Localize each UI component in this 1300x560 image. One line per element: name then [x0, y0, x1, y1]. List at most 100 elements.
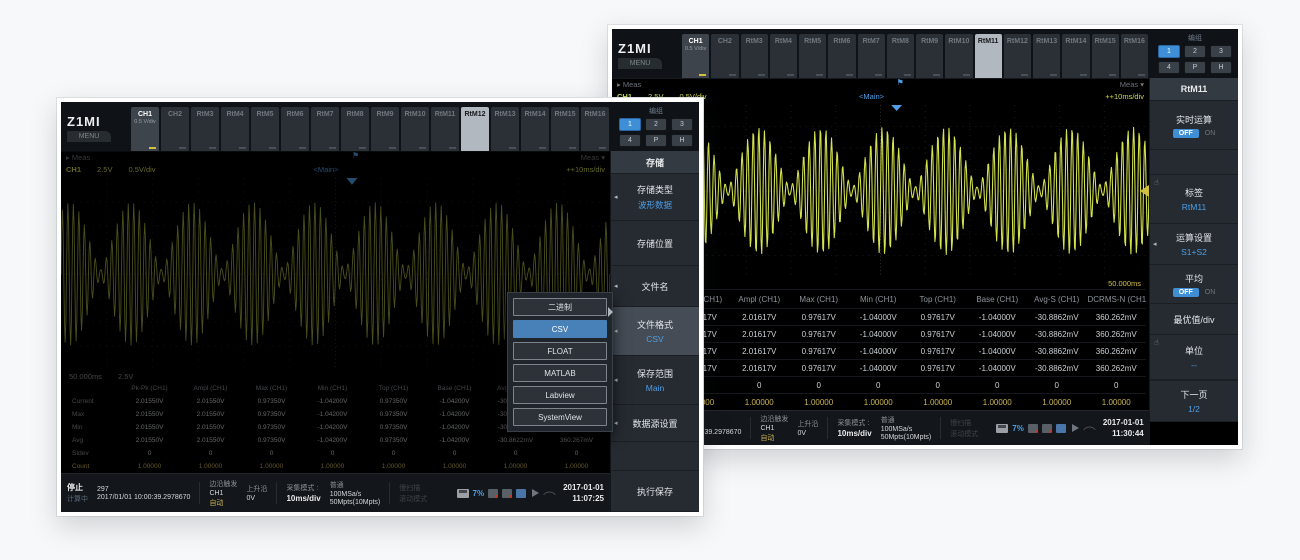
- tab-rtm13[interactable]: RtM13: [491, 107, 519, 151]
- tab-rtm11[interactable]: RtM11: [431, 107, 459, 151]
- group-button-4[interactable]: 4: [619, 134, 641, 147]
- on-off-toggle[interactable]: OFF ON: [1173, 129, 1216, 138]
- tab-rtm8[interactable]: RtM8: [887, 34, 914, 78]
- brand-logo: Z1MI: [67, 114, 129, 129]
- table-cell: -30.8862mV: [1027, 326, 1087, 343]
- tab-ch2[interactable]: CH2: [711, 34, 738, 78]
- toggle-off-option[interactable]: OFF: [1173, 288, 1199, 297]
- menu-item-3[interactable]: ◂运算设置S1+S2: [1150, 224, 1238, 265]
- meas-indicator-right[interactable]: Meas ▾: [1120, 80, 1144, 89]
- menu-item-2[interactable]: 存储位置: [611, 221, 699, 266]
- menu-item-5[interactable]: 最优值/div: [1150, 304, 1238, 335]
- popup-item-matlab[interactable]: MATLAB: [513, 364, 607, 382]
- tab-rtm14[interactable]: RtM14: [1062, 34, 1089, 78]
- group-button-h[interactable]: H: [1210, 61, 1232, 74]
- tab-rtm3[interactable]: RtM3: [741, 34, 768, 78]
- menu-item-2[interactable]: ☝标签RtM11: [1150, 175, 1238, 224]
- menu-item-6[interactable]: ◂数据源设置: [611, 405, 699, 442]
- tab-rtm7[interactable]: RtM7: [858, 34, 885, 78]
- trigger-source: CH1: [760, 425, 788, 432]
- tab-rtm13[interactable]: RtM13: [1033, 34, 1060, 78]
- tab-rtm16[interactable]: RtM16: [581, 107, 609, 151]
- tab-rtm12[interactable]: RtM12: [1004, 34, 1031, 78]
- popup-item-systemview[interactable]: SystemView: [513, 408, 607, 426]
- toggle-off-option[interactable]: OFF: [1173, 129, 1199, 138]
- meas-indicator-right[interactable]: Meas ▾: [581, 153, 605, 162]
- menu-item-1[interactable]: ◂存储类型波形数据: [611, 174, 699, 221]
- popup-item-csv[interactable]: CSV: [513, 320, 607, 338]
- group-button-p[interactable]: P: [1184, 61, 1206, 74]
- submenu-arrow-icon: ◂: [1153, 240, 1157, 248]
- popup-item-二进制[interactable]: 二进制: [513, 298, 607, 316]
- channel-off-indicator: [299, 147, 306, 149]
- tab-rtm15[interactable]: RtM15: [1092, 34, 1119, 78]
- tab-rtm9[interactable]: RtM9: [371, 107, 399, 151]
- tab-rtm6[interactable]: RtM6: [281, 107, 309, 151]
- group-button-4[interactable]: 4: [1158, 61, 1180, 74]
- menu-item-5[interactable]: ◂保存范围Main: [611, 356, 699, 405]
- tab-rtm5[interactable]: RtM5: [251, 107, 279, 151]
- group-button-h[interactable]: H: [671, 134, 693, 147]
- menu-item-label: 实时运算: [1176, 113, 1212, 126]
- tab-label: RtM12: [464, 111, 485, 118]
- toggle-on-option[interactable]: ON: [1205, 130, 1216, 137]
- channel-off-indicator: [209, 147, 216, 149]
- group-button-1[interactable]: 1: [619, 118, 641, 131]
- menu-item-4[interactable]: ◂文件格式CSV: [611, 307, 699, 356]
- on-off-toggle[interactable]: OFF ON: [1173, 288, 1216, 297]
- table-cell: 0.97350V: [363, 408, 424, 421]
- group-button-1[interactable]: 1: [1158, 45, 1180, 58]
- menu-button[interactable]: MENU: [67, 131, 111, 142]
- region-volt-readout: 2.5V: [118, 372, 133, 381]
- menu-item-6[interactable]: ☝单位--: [1150, 335, 1238, 380]
- tab-ch1[interactable]: CH10.5 V/div: [131, 107, 159, 151]
- tab-label: RtM4: [775, 38, 792, 45]
- popup-item-float[interactable]: FLOAT: [513, 342, 607, 360]
- tab-rtm4[interactable]: RtM4: [770, 34, 797, 78]
- menu-item-1[interactable]: 实时运算 OFF ON: [1150, 101, 1238, 150]
- top-tab-bar: Z1MI MENU CH10.5 V/divCH2RtM3RtM4RtM5RtM…: [612, 29, 1238, 78]
- memory-depth: 50Mpts(10Mpts): [330, 499, 381, 506]
- menu-item-4[interactable]: 平均OFFON: [1150, 265, 1238, 304]
- tab-rtm14[interactable]: RtM14: [521, 107, 549, 151]
- execute-save-button[interactable]: 执行保存: [611, 471, 699, 512]
- group-button-2[interactable]: 2: [1184, 45, 1206, 58]
- cursor-icon: [530, 489, 540, 498]
- toggle-on-option[interactable]: ON: [1205, 289, 1216, 296]
- tab-rtm4[interactable]: RtM4: [221, 107, 249, 151]
- tab-ch1[interactable]: CH10.5 V/div: [682, 34, 709, 78]
- table-cell: 0: [968, 377, 1028, 394]
- record-icon: [1042, 424, 1052, 433]
- menu-button[interactable]: MENU: [618, 58, 662, 69]
- channel-off-indicator: [539, 147, 546, 149]
- menu-item-7[interactable]: 下一页1/2: [1150, 381, 1238, 422]
- table-row-label: Stdev: [64, 447, 119, 460]
- group-button-3[interactable]: 3: [1210, 45, 1232, 58]
- popup-item-labview[interactable]: Labview: [513, 386, 607, 404]
- status-icons: 7%: [996, 424, 1094, 433]
- tab-ch2[interactable]: CH2: [161, 107, 189, 151]
- tab-rtm10[interactable]: RtM10: [945, 34, 972, 78]
- menu-action-label: 执行保存: [637, 485, 673, 498]
- camera-icon: [1028, 424, 1038, 433]
- group-button-3[interactable]: 3: [671, 118, 693, 131]
- tab-rtm11[interactable]: RtM11: [975, 34, 1002, 78]
- tab-rtm5[interactable]: RtM5: [799, 34, 826, 78]
- tab-rtm16[interactable]: RtM16: [1121, 34, 1148, 78]
- group-label: 编组: [649, 106, 663, 116]
- table-cell: -30.8862mV: [1027, 343, 1087, 360]
- group-button-2[interactable]: 2: [645, 118, 667, 131]
- meas-indicator-left: ▸ Meas: [617, 80, 641, 89]
- tab-rtm8[interactable]: RtM8: [341, 107, 369, 151]
- acquire-mode-label: 采集模式 :: [837, 418, 871, 428]
- tab-rtm3[interactable]: RtM3: [191, 107, 219, 151]
- tab-rtm15[interactable]: RtM15: [551, 107, 579, 151]
- tab-rtm6[interactable]: RtM6: [828, 34, 855, 78]
- group-button-p[interactable]: P: [645, 134, 667, 147]
- tab-rtm7[interactable]: RtM7: [311, 107, 339, 151]
- tab-rtm12[interactable]: RtM12: [461, 107, 489, 151]
- menu-item-3[interactable]: ◂文件名: [611, 266, 699, 307]
- submenu-arrow-icon: ◂: [614, 282, 618, 290]
- tab-rtm10[interactable]: RtM10: [401, 107, 429, 151]
- tab-rtm9[interactable]: RtM9: [916, 34, 943, 78]
